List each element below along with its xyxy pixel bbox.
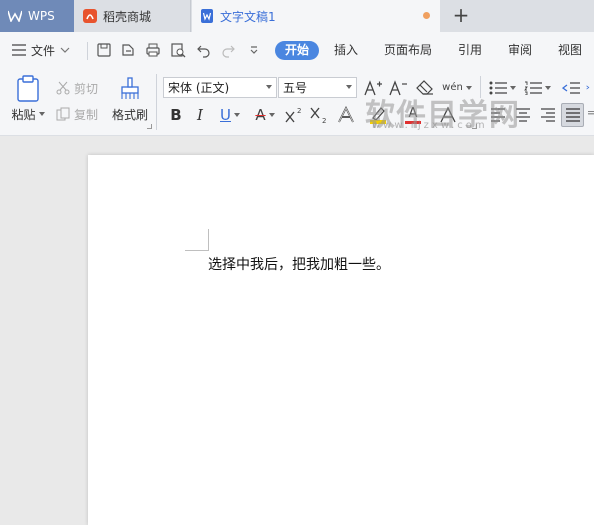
chevron-down-icon xyxy=(544,86,551,90)
wps-logo-icon xyxy=(8,9,22,23)
underline-icon: U xyxy=(220,106,231,124)
align-right-icon xyxy=(541,108,555,122)
file-menu-label: 文件 xyxy=(31,43,56,58)
text-outline-icon xyxy=(338,106,354,123)
margin-corner-mark xyxy=(208,229,209,251)
menu-row: 文件 开始 插入 页面布局 引用 审阅 视图 xyxy=(0,32,594,68)
copy-label: 复制 xyxy=(74,107,99,122)
unsaved-dot-icon xyxy=(423,12,430,19)
divider xyxy=(156,74,157,130)
chevron-down-icon xyxy=(346,85,352,89)
svg-text:2: 2 xyxy=(322,117,326,124)
cut-button[interactable]: 剪切 xyxy=(56,80,98,96)
tab-review[interactable]: 审阅 xyxy=(508,41,532,60)
superscript-icon: 2 xyxy=(285,107,301,123)
subscript-button[interactable]: 2 xyxy=(308,104,330,126)
distributed-icon xyxy=(588,111,594,115)
clipboard-group-launcher-icon[interactable] xyxy=(147,124,152,129)
tab-page-layout[interactable]: 页面布局 xyxy=(384,41,432,60)
strikethrough-button[interactable]: A xyxy=(250,104,280,126)
tab-insert[interactable]: 插入 xyxy=(334,41,358,60)
increase-indent-button[interactable] xyxy=(586,77,594,99)
dropdown-more-icon xyxy=(250,46,258,54)
chevron-down-icon xyxy=(233,113,240,117)
divider xyxy=(87,42,88,60)
paintbrush-icon xyxy=(121,77,139,99)
tab-document-label: 文字文稿1 xyxy=(220,9,276,24)
format-painter-button[interactable] xyxy=(112,76,148,102)
chevron-down-icon xyxy=(266,85,272,89)
tab-bar: WPS 稻壳商城 文字文稿1 + xyxy=(0,0,594,32)
file-menu-button[interactable]: 文件 xyxy=(12,40,70,60)
chevron-down-icon xyxy=(38,112,45,116)
redo-button[interactable] xyxy=(218,40,238,60)
underline-button[interactable]: U xyxy=(215,104,245,126)
document-page[interactable] xyxy=(88,155,594,525)
align-right-button[interactable] xyxy=(537,104,559,126)
paste-label: 粘贴 xyxy=(11,107,36,122)
justify-icon xyxy=(565,108,580,122)
watermark-url: www.rjzxw.com xyxy=(372,120,488,131)
numbered-list-icon xyxy=(523,81,542,95)
font-size-value: 五号 xyxy=(283,81,308,95)
strikethrough-icon: A xyxy=(255,106,266,124)
outdent-icon xyxy=(562,82,580,94)
font-name-select[interactable]: 宋体 (正文) xyxy=(163,77,277,98)
copy-button[interactable]: 复制 xyxy=(56,106,98,122)
tab-references[interactable]: 引用 xyxy=(458,41,482,60)
font-name-value: 宋体 (正文) xyxy=(168,81,230,95)
customize-quick-access-button[interactable] xyxy=(244,40,264,60)
chevron-down-icon xyxy=(268,113,275,117)
new-tab-plus-icon[interactable]: + xyxy=(450,4,472,26)
paste-dropdown[interactable]: 粘贴 xyxy=(10,106,46,122)
tab-wps-home[interactable]: WPS xyxy=(0,0,74,32)
chevron-down-icon xyxy=(60,47,70,53)
indent-icon xyxy=(586,85,590,90)
export-icon xyxy=(122,44,134,56)
tab-view[interactable]: 视图 xyxy=(558,41,582,60)
paste-button[interactable] xyxy=(10,74,46,104)
copy-icon xyxy=(56,107,70,121)
scissors-icon xyxy=(56,81,70,95)
numbering-button[interactable] xyxy=(522,77,552,99)
tab-docer-store[interactable]: 稻壳商城 xyxy=(75,0,191,32)
margin-corner-mark xyxy=(185,250,208,251)
undo-icon xyxy=(197,45,210,58)
print-preview-button[interactable] xyxy=(168,40,188,60)
export-button[interactable] xyxy=(118,40,138,60)
tab-wps-label: WPS xyxy=(28,9,55,23)
docer-logo-icon xyxy=(83,9,97,23)
preview-icon xyxy=(171,43,186,58)
justify-button[interactable] xyxy=(561,103,584,127)
save-button[interactable] xyxy=(94,40,114,60)
italic-button[interactable]: I xyxy=(190,104,210,126)
svg-text:2: 2 xyxy=(297,107,301,115)
cut-label: 剪切 xyxy=(74,81,99,96)
document-paragraph[interactable]: 选择中我后，把我加粗一些。 xyxy=(208,254,390,274)
tab-home[interactable]: 开始 xyxy=(275,41,320,60)
text-effect-button[interactable] xyxy=(335,104,357,126)
decrease-indent-button[interactable] xyxy=(560,77,582,99)
tab-docer-label: 稻壳商城 xyxy=(103,9,152,24)
italic-icon: I xyxy=(197,106,203,124)
format-painter-label: 格式刷 xyxy=(111,107,148,122)
format-painter-label-wrap[interactable]: 格式刷 xyxy=(108,106,152,122)
save-icon xyxy=(97,43,111,57)
undo-button[interactable] xyxy=(194,40,214,60)
distributed-button[interactable] xyxy=(588,104,594,126)
tab-document[interactable]: 文字文稿1 xyxy=(192,0,440,32)
hamburger-icon xyxy=(12,44,26,56)
print-button[interactable] xyxy=(143,40,163,60)
superscript-button[interactable]: 2 xyxy=(283,104,305,126)
clipboard-icon xyxy=(17,75,39,102)
subscript-icon: 2 xyxy=(310,107,326,124)
print-icon xyxy=(146,43,160,57)
bold-icon: B xyxy=(170,106,182,124)
redo-icon xyxy=(222,45,235,58)
font-size-select[interactable]: 五号 xyxy=(278,77,357,98)
writer-doc-icon xyxy=(200,9,214,23)
bold-button[interactable]: B xyxy=(166,104,186,126)
